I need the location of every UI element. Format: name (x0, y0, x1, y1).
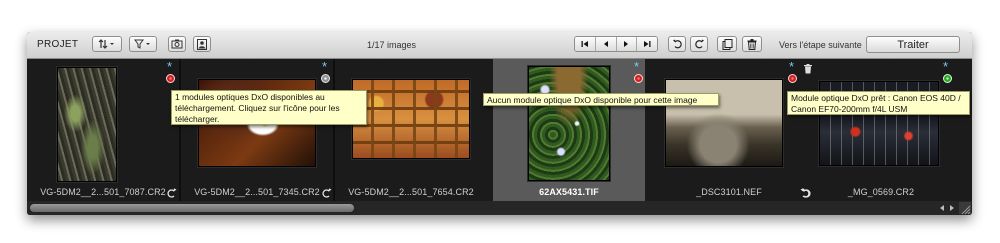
optics-status-red-icon[interactable] (634, 74, 643, 83)
optics-status-red-icon[interactable] (166, 74, 175, 83)
thumbnail-filename: VG-5DM2__2...501_7087.CR2 (40, 187, 166, 197)
thumbnail-image (57, 67, 117, 182)
skip-first-icon (581, 37, 589, 51)
rotate-right-icon (694, 39, 705, 49)
thumbnail-image (528, 66, 610, 181)
thumbnail-filename: VG-5DM2__2...501_7654.CR2 (348, 187, 474, 197)
resize-grip-icon[interactable] (959, 202, 971, 215)
toolbar: PROJET 1/17 images Vers l'étape suivante… (27, 32, 972, 59)
rotate-left-icon (672, 39, 683, 49)
project-label: PROJET (37, 39, 79, 50)
navigation-group (574, 36, 658, 52)
filter-button[interactable] (129, 36, 157, 52)
tooltip-optics-available: 1 modules optiques DxO disponibles au té… (171, 90, 367, 125)
camera-info-icon (171, 39, 183, 49)
star-icon: * (789, 59, 795, 74)
next-image-button[interactable] (616, 37, 638, 51)
thumbnail-filename: VG-5DM2__2...501_7345.CR2 (194, 187, 320, 197)
thumbnail-filename: _MG_0569.CR2 (847, 187, 915, 197)
thumbnail-filename: _DSC3101.NEF (696, 187, 762, 197)
thumbnail-image (352, 79, 470, 159)
image-count: 1/17 images (367, 40, 417, 50)
last-image-button[interactable] (637, 37, 657, 51)
thumbnail-cell[interactable]: * _DSC3101.NEF (653, 59, 812, 201)
camera-info-button[interactable] (168, 36, 186, 52)
horizontal-scrollbar[interactable] (27, 201, 972, 215)
sort-arrows-icon (98, 39, 116, 49)
scroll-right-icon[interactable] (948, 204, 956, 212)
star-icon: * (322, 59, 328, 74)
star-icon: * (634, 59, 640, 74)
next-step-label: Vers l'étape suivante (779, 40, 862, 50)
thumbnail-cell-selected[interactable]: * 62AX5431.TIF (493, 59, 645, 201)
scroll-left-icon[interactable] (938, 204, 946, 212)
first-image-button[interactable] (575, 37, 596, 51)
sort-button[interactable] (92, 36, 122, 52)
tooltip-no-optics: Aucun module optique DxO disponible pour… (483, 93, 719, 106)
rotate-left-icon[interactable] (800, 186, 811, 198)
compare-icon (722, 38, 733, 50)
preview-portrait-icon (196, 38, 208, 50)
prev-icon (603, 37, 609, 51)
thumbnail-cell[interactable]: * VG-5DM2__2...501_7345.CR2 (181, 59, 333, 201)
rotate-left-button[interactable] (668, 36, 686, 52)
optics-status-gray-icon[interactable] (321, 74, 330, 83)
trash-icon (747, 38, 757, 50)
star-icon: * (943, 59, 949, 74)
rotate-right-icon[interactable] (321, 186, 332, 198)
scrollbar-thumb[interactable] (30, 204, 354, 212)
thumbnail-cell[interactable]: * VG-5DM2__2...501_7087.CR2 (27, 59, 179, 201)
next-icon (623, 37, 629, 51)
thumbnail-filename: 62AX5431.TIF (539, 187, 599, 197)
rotate-right-icon[interactable] (166, 186, 177, 198)
filmstrip: * VG-5DM2__2...501_7087.CR2 * VG-5DM2__2… (27, 59, 972, 201)
thumbnail-cell[interactable]: * _MG_0569.CR2 (800, 59, 972, 201)
optics-status-green-icon[interactable] (943, 74, 952, 83)
image-browser-window: PROJET 1/17 images Vers l'étape suivante… (27, 32, 972, 215)
process-button[interactable]: Traiter (866, 36, 960, 53)
tooltip-optics-ready: Module optique DxO prêt : Canon EOS 40D … (787, 91, 970, 115)
rotate-right-button[interactable] (690, 36, 708, 52)
previous-image-button[interactable] (595, 37, 617, 51)
filter-funnel-icon (134, 39, 152, 49)
thumbnail-cell[interactable]: * VG-5DM2__2...501_7654.CR2 (335, 59, 517, 201)
optics-status-red-icon[interactable] (788, 74, 797, 83)
delete-button[interactable] (742, 36, 762, 52)
preview-button[interactable] (193, 36, 211, 52)
compare-button[interactable] (717, 36, 737, 52)
skip-last-icon (643, 37, 651, 51)
star-icon: * (167, 59, 173, 74)
